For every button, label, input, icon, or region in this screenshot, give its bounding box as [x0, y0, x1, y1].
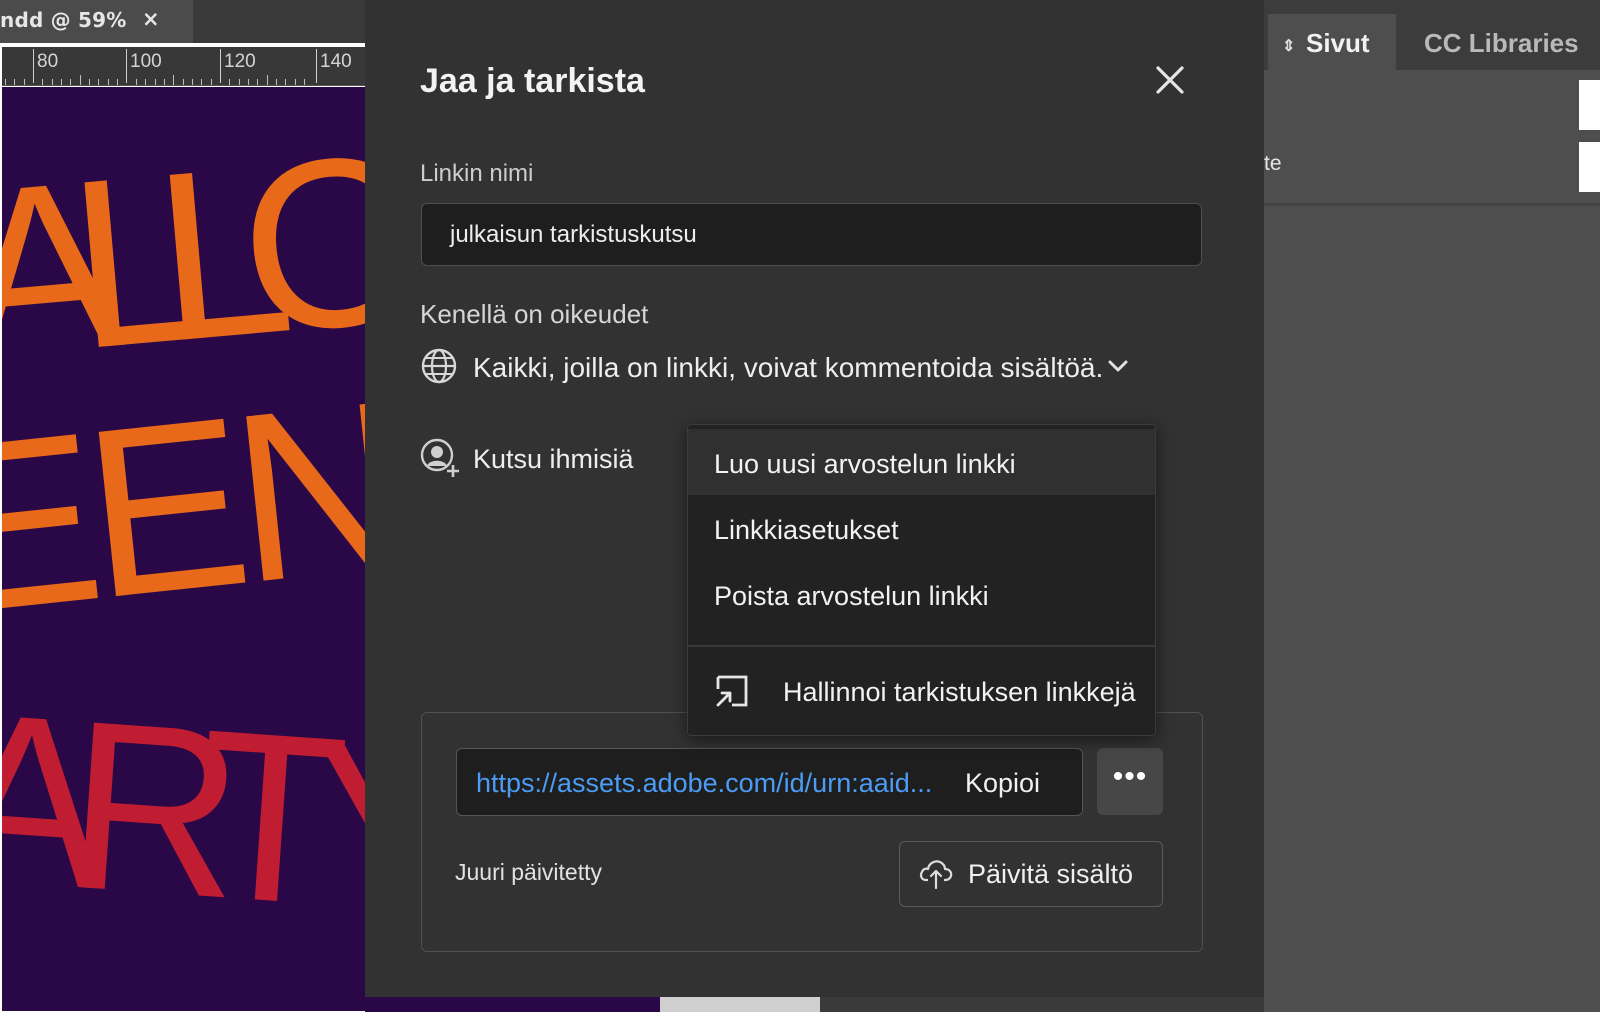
tab-label: Sivut	[1306, 28, 1370, 58]
review-link-field[interactable]: https://assets.adobe.com/id/urn:aaid... …	[456, 748, 1083, 816]
chevron-down-icon[interactable]	[1106, 354, 1130, 378]
more-icon: •••	[1112, 760, 1148, 793]
review-link-url[interactable]: https://assets.adobe.com/id/urn:aaid...	[476, 768, 932, 799]
ruler-label: 100	[130, 51, 162, 72]
ruler-tick	[163, 79, 165, 85]
right-panel: ⇕ Sivut CC Libraries te	[1264, 0, 1600, 1012]
share-review-dialog: Jaa ja tarkista Linkin nimi julkaisun ta…	[365, 0, 1264, 997]
ruler-tick	[201, 79, 203, 85]
page-thumbnail[interactable]	[1579, 80, 1600, 130]
open-external-icon	[714, 673, 750, 709]
permissions-value: Kaikki, joilla on linkki, voivat komment…	[473, 352, 1104, 383]
ruler-tick	[294, 79, 296, 85]
invite-people-button[interactable]: Kutsu ihmisiä	[420, 436, 680, 482]
add-user-icon	[420, 438, 460, 478]
ruler-tick	[5, 79, 6, 85]
cloud-upload-icon	[918, 856, 954, 890]
tab-cc-libraries[interactable]: CC Libraries	[1424, 14, 1600, 72]
ruler-tick	[107, 79, 109, 85]
menu-item-label: Poista arvostelun linkki	[714, 581, 989, 611]
ruler-tick	[182, 79, 184, 85]
canvas-artwork: ALLO EEN ARTY	[2, 101, 365, 965]
link-name-label: Linkin nimi	[420, 160, 534, 187]
ruler-tick	[61, 79, 62, 85]
ruler-tick	[70, 79, 72, 85]
tab-bar-background	[193, 0, 365, 43]
dialog-title: Jaa ja tarkista	[420, 62, 645, 100]
canvas-line-3: ARTY	[2, 661, 365, 965]
menu-item-label: Luo uusi arvostelun linkki	[714, 449, 1016, 479]
panel-tabs: ⇕ Sivut CC Libraries	[1264, 0, 1600, 72]
menu-item-link-settings[interactable]: Linkkiasetukset	[688, 495, 1155, 561]
canvas-line-2: EEN	[2, 349, 365, 665]
copy-button[interactable]: Kopioi	[965, 768, 1040, 799]
update-content-button[interactable]: Päivitä sisältö	[899, 841, 1163, 907]
tab-sivut[interactable]: ⇕ Sivut	[1268, 14, 1396, 72]
ruler-tick	[276, 79, 278, 85]
ruler-tick	[266, 75, 268, 85]
horizontal-ruler: 80 100 120 140	[0, 47, 365, 86]
ruler-tick	[135, 79, 137, 85]
more-options-button[interactable]: •••	[1097, 748, 1163, 815]
globe-icon	[420, 347, 458, 385]
close-tab-icon[interactable]: ×	[142, 7, 160, 31]
menu-item-delete-review-link[interactable]: Poista arvostelun linkki	[688, 561, 1155, 627]
ruler-tick	[117, 79, 119, 85]
ruler-tick	[257, 79, 259, 85]
ruler-tick	[229, 79, 231, 85]
document-canvas[interactable]: ALLO EEN ARTY	[2, 87, 365, 1011]
ruler-tick	[33, 49, 34, 83]
menu-divider	[688, 645, 1155, 647]
ruler-tick	[220, 49, 221, 83]
link-name-input[interactable]: julkaisun tarkistuskutsu	[421, 203, 1202, 266]
ruler-tick	[23, 79, 25, 85]
sort-arrows-icon: ⇕	[1282, 38, 1296, 55]
ruler-tick	[316, 49, 317, 83]
panel-divider	[1264, 203, 1600, 206]
ruler-tick	[126, 49, 127, 83]
link-name-value: julkaisun tarkistuskutsu	[450, 221, 697, 248]
menu-item-manage-review-links[interactable]: Hallinnoi tarkistuksen linkkejä	[688, 665, 1155, 723]
ruler-label: 140	[320, 51, 352, 72]
canvas-bottom-strip	[365, 997, 1265, 1012]
ruler-tick	[14, 79, 16, 85]
update-status: Juuri päivitetty	[455, 859, 603, 885]
update-content-label: Päivitä sisältö	[968, 859, 1134, 889]
ruler-tick	[304, 79, 306, 85]
ruler-tick	[154, 79, 156, 85]
ruler-tick	[238, 79, 240, 85]
ruler-label: 120	[224, 51, 256, 72]
ruler-tick	[173, 75, 175, 85]
invite-people-label: Kutsu ihmisiä	[473, 444, 634, 474]
close-icon[interactable]	[1148, 58, 1192, 102]
ruler-tick	[285, 79, 287, 85]
permissions-label: Kenellä on oikeudet	[420, 299, 649, 329]
page-thumbnail[interactable]	[1579, 142, 1600, 192]
ruler-tick	[42, 79, 44, 85]
menu-item-new-review-link[interactable]: Luo uusi arvostelun linkki	[688, 429, 1155, 495]
permissions-dropdown[interactable]: Kaikki, joilla on linkki, voivat komment…	[420, 344, 1140, 390]
menu-item-label: Linkkiasetukset	[714, 515, 899, 545]
ruler-tick	[98, 79, 100, 85]
ruler-tick	[248, 79, 250, 85]
tab-label: CC Libraries	[1424, 28, 1579, 58]
ruler-label: 80	[37, 51, 59, 72]
scrollbar-thumb[interactable]	[660, 997, 820, 1012]
status-bar	[820, 997, 1265, 1012]
window-bottom	[0, 1012, 1600, 1033]
ruler-tick	[79, 75, 81, 85]
ruler-tick	[210, 79, 212, 85]
ruler-tick	[191, 79, 193, 85]
ruler-tick	[145, 79, 147, 85]
panel-partial-text: te	[1264, 152, 1282, 175]
document-tab-title: ndd @ 59%	[0, 8, 127, 32]
document-tab[interactable]: ndd @ 59% ×	[0, 0, 193, 43]
menu-item-label: Hallinnoi tarkistuksen linkkejä	[783, 677, 1136, 707]
more-options-menu: Luo uusi arvostelun linkki Linkkiasetuks…	[687, 424, 1156, 736]
ruler-tick	[89, 79, 91, 85]
ruler-tick	[51, 79, 53, 85]
